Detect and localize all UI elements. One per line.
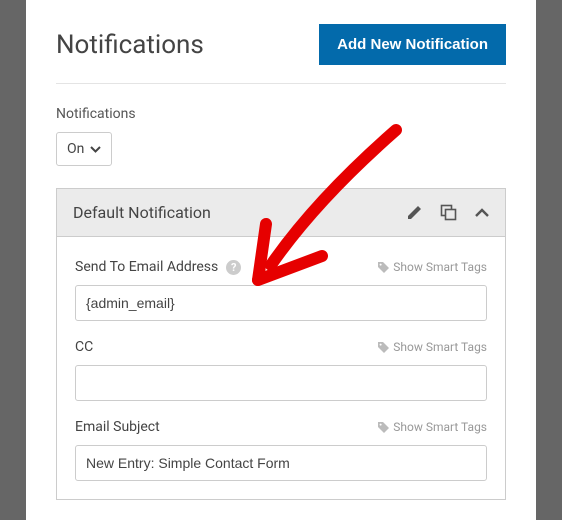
subject-label: Email Subject [75, 419, 160, 435]
chevron-up-icon[interactable] [475, 208, 489, 217]
notifications-toggle[interactable]: On [56, 132, 112, 166]
cc-row: CC Show Smart Tags [75, 339, 487, 401]
notification-card-actions [406, 204, 489, 221]
notification-card: Default Notification Send To Email Addre… [56, 188, 506, 500]
cc-input[interactable] [75, 365, 487, 401]
send-to-input[interactable] [75, 285, 487, 321]
cc-label: CC [75, 339, 93, 355]
tag-icon [378, 262, 389, 273]
copy-icon[interactable] [440, 204, 457, 221]
notification-card-title: Default Notification [73, 203, 211, 222]
show-smart-tags-link[interactable]: Show Smart Tags [378, 260, 487, 274]
page-title: Notifications [56, 30, 204, 60]
notifications-toggle-value: On [67, 141, 84, 157]
send-to-label: Send To Email Address ? [75, 259, 241, 275]
notifications-panel: Notifications Add New Notification Notif… [26, 0, 536, 520]
help-icon[interactable]: ? [226, 260, 241, 275]
add-notification-button[interactable]: Add New Notification [319, 24, 506, 65]
notification-card-body: Send To Email Address ? Show Smart Tags … [57, 237, 505, 481]
panel-header: Notifications Add New Notification [56, 24, 506, 84]
chevron-down-icon [90, 146, 101, 153]
show-smart-tags-link[interactable]: Show Smart Tags [378, 420, 487, 434]
tag-icon [378, 422, 389, 433]
show-smart-tags-link[interactable]: Show Smart Tags [378, 340, 487, 354]
tag-icon [378, 342, 389, 353]
send-to-row: Send To Email Address ? Show Smart Tags [75, 259, 487, 321]
subject-input[interactable] [75, 445, 487, 481]
notification-card-header: Default Notification [57, 189, 505, 237]
subject-row: Email Subject Show Smart Tags [75, 419, 487, 481]
notifications-toggle-label: Notifications [56, 106, 506, 122]
edit-icon[interactable] [406, 205, 422, 221]
